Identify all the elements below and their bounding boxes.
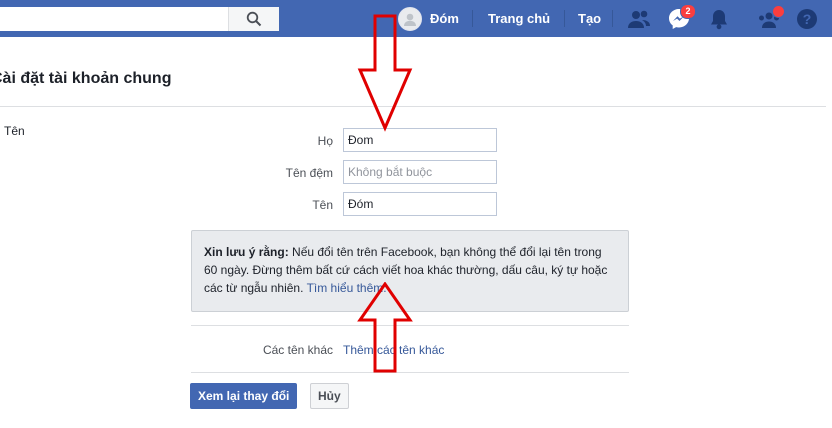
section-divider: [191, 325, 629, 326]
name-change-notice: Xin lưu ý rằng: Nếu đổi tên trên Faceboo…: [191, 230, 629, 312]
avatar: [398, 6, 422, 31]
search-button[interactable]: [228, 7, 279, 31]
groups-button[interactable]: [756, 5, 785, 32]
help-icon: ?: [797, 9, 817, 29]
bell-icon: [711, 10, 727, 30]
notice-bold-text: Xin lưu ý rằng:: [204, 245, 289, 259]
messenger-badge: 2: [680, 4, 696, 19]
search-input[interactable]: [0, 7, 228, 31]
last-name-label: Họ: [317, 134, 333, 148]
first-name-label: Tên: [312, 198, 333, 212]
nav-divider: [472, 10, 473, 27]
groups-notification-dot: [772, 5, 785, 18]
section-divider: [191, 372, 629, 373]
page-title: Cài đặt tài khoản chung: [0, 70, 172, 87]
search-icon: [246, 11, 262, 27]
create-link[interactable]: Tạo: [578, 0, 601, 37]
friends-icon: [628, 10, 650, 28]
first-name-input[interactable]: [343, 192, 497, 216]
profile-link[interactable]: Đóm: [398, 0, 459, 37]
add-other-names-link[interactable]: Thêm các tên khác: [343, 343, 444, 357]
middle-name-label: Tên đệm: [285, 166, 333, 180]
other-names-label: Các tên khác: [262, 343, 333, 357]
section-label-name: Tên: [4, 124, 25, 138]
avatar-image-icon: [404, 13, 416, 26]
home-label: Trang chủ: [488, 11, 551, 26]
heading-divider: [0, 106, 826, 107]
home-link[interactable]: Trang chủ: [488, 0, 550, 37]
profile-name: Đóm: [430, 11, 459, 26]
middle-name-input[interactable]: [343, 160, 497, 184]
review-changes-button[interactable]: Xem lại thay đổi: [190, 383, 298, 409]
last-name-input[interactable]: [343, 128, 497, 152]
cancel-button[interactable]: Hủy: [310, 383, 349, 409]
top-navigation-bar: Đóm Trang chủ Tạo 2 ?: [0, 0, 832, 37]
nav-divider: [612, 10, 613, 27]
messenger-button[interactable]: 2: [666, 4, 696, 32]
help-button[interactable]: ?: [794, 6, 820, 32]
nav-divider: [564, 10, 565, 27]
friend-requests-button[interactable]: [626, 6, 652, 32]
learn-more-link[interactable]: Tìm hiểu thêm.: [307, 281, 387, 295]
create-label: Tạo: [578, 11, 602, 26]
notifications-button[interactable]: [706, 6, 732, 32]
svg-text:?: ?: [803, 11, 812, 27]
